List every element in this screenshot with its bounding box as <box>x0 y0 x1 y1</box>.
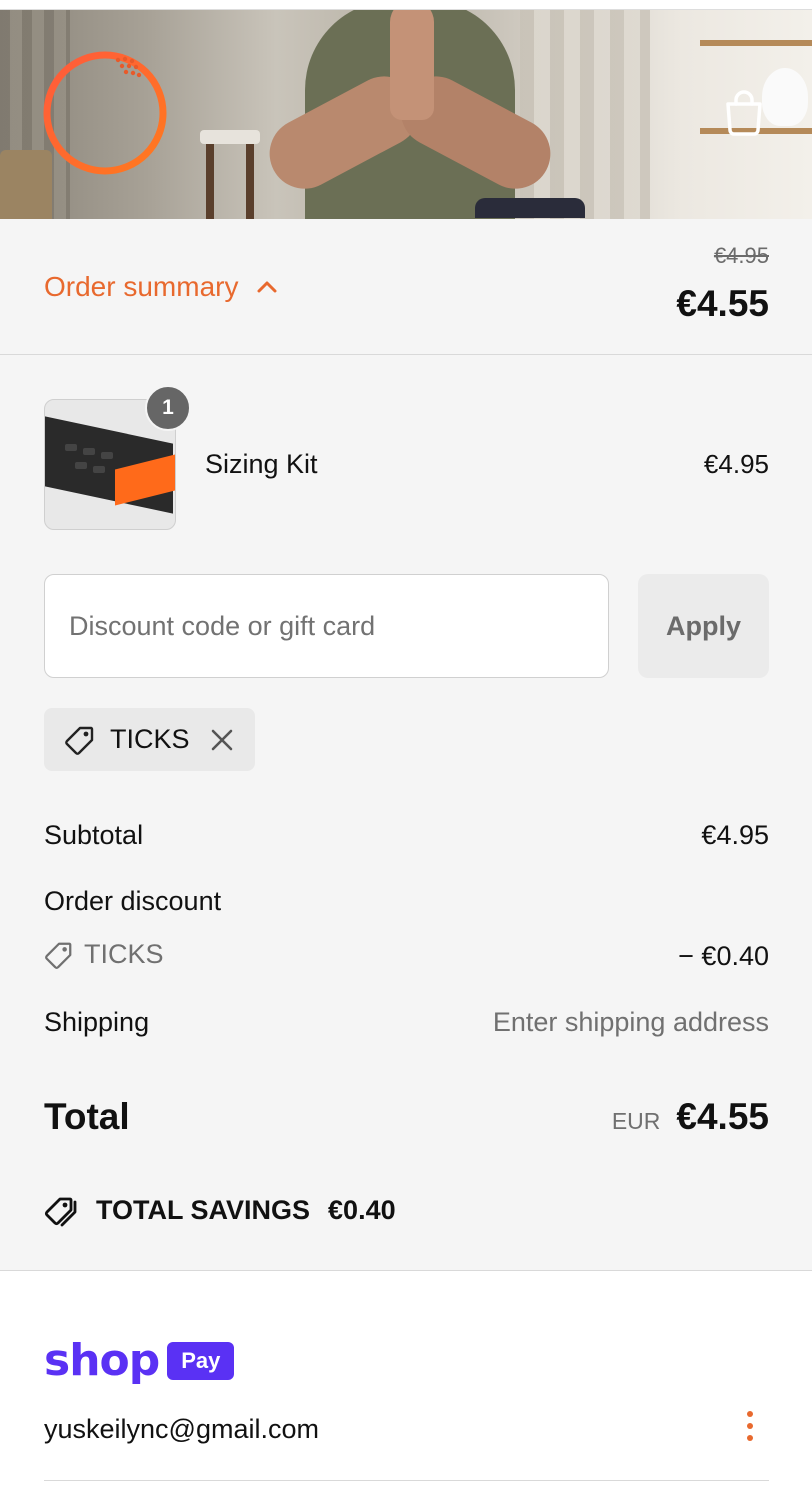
chevron-up-icon[interactable] <box>256 280 278 294</box>
discount-value: − €0.40 <box>678 941 769 971</box>
close-icon[interactable] <box>209 727 235 753</box>
shipping-row: Shipping Enter shipping address <box>44 1007 769 1038</box>
order-summary-header: Order summary €4.95 €4.55 <box>0 219 812 355</box>
original-price: €4.95 <box>713 243 769 268</box>
product-box-ring <box>83 448 95 455</box>
shop-pay-email: yuskeilync@gmail.com <box>44 1414 319 1444</box>
shopping-bag-icon[interactable] <box>724 90 764 136</box>
tag-icon <box>65 726 94 755</box>
discount-code-label: TICKS <box>84 939 164 969</box>
subtotal-label: Subtotal <box>44 820 144 850</box>
discount-code-row: TICKS − €0.40 <box>44 939 769 971</box>
hero-person-image <box>245 10 585 219</box>
applied-discount-chip: TICKS <box>44 708 255 771</box>
total-label: Total <box>44 1096 130 1137</box>
shipping-value: Enter shipping address <box>492 1007 769 1037</box>
hero-person-legs <box>475 198 585 218</box>
total-savings-value: €0.40 <box>328 1194 396 1225</box>
shop-pay-section: shop Pay yuskeilync@gmail.com <box>0 1270 812 1500</box>
discount-code-input[interactable] <box>44 574 609 678</box>
total-value: €4.55 <box>676 1096 769 1137</box>
order-discount-label: Order discount <box>44 886 222 916</box>
shipping-label: Shipping <box>44 1007 150 1037</box>
shop-pay-logo: shop Pay <box>44 1335 235 1386</box>
product-name: Sizing Kit <box>205 449 318 479</box>
product-box-ring <box>75 462 87 469</box>
total-savings-label: TOTAL SAVINGS <box>96 1194 311 1225</box>
order-summary-toggle-label[interactable]: Order summary <box>44 271 238 303</box>
order-summary: Order summary €4.95 €4.55 1 Sizing Kit €… <box>0 219 812 1270</box>
top-bar <box>0 0 812 10</box>
subtotal-value: €4.95 <box>701 820 769 850</box>
total-currency: EUR <box>611 1108 661 1134</box>
subtotal-row: Subtotal €4.95 <box>44 820 769 851</box>
order-summary-toggle[interactable]: Order summary <box>44 269 278 305</box>
product-box-ring <box>93 466 105 473</box>
product-box-ring <box>101 452 113 459</box>
shop-pay-badge: Pay <box>167 1342 235 1380</box>
apply-discount-button[interactable]: Apply <box>638 574 769 678</box>
total-value-group: EUR €4.55 <box>612 1096 769 1138</box>
shop-pay-wordmark: shop <box>44 1335 160 1386</box>
hero-shelf <box>700 40 812 46</box>
tags-icon <box>44 1197 77 1227</box>
total-savings: TOTAL SAVINGS €0.40 <box>44 1193 396 1227</box>
order-discount-row: Order discount <box>44 886 769 917</box>
quantity-badge: 1 <box>145 385 191 431</box>
line-item: 1 Sizing Kit €4.95 <box>44 385 769 531</box>
more-vertical-icon[interactable] <box>740 1409 760 1443</box>
divider <box>44 1480 769 1481</box>
tag-icon <box>45 942 72 969</box>
hero-vase <box>762 68 808 126</box>
product-box-ring <box>65 444 77 451</box>
ring-logo-icon[interactable] <box>42 50 168 176</box>
product-price: €4.95 <box>703 449 769 479</box>
current-price: €4.55 <box>676 283 769 324</box>
hero-stool-leg <box>206 144 214 219</box>
hero-person-hands <box>390 10 434 120</box>
applied-discount-code: TICKS <box>110 724 190 754</box>
